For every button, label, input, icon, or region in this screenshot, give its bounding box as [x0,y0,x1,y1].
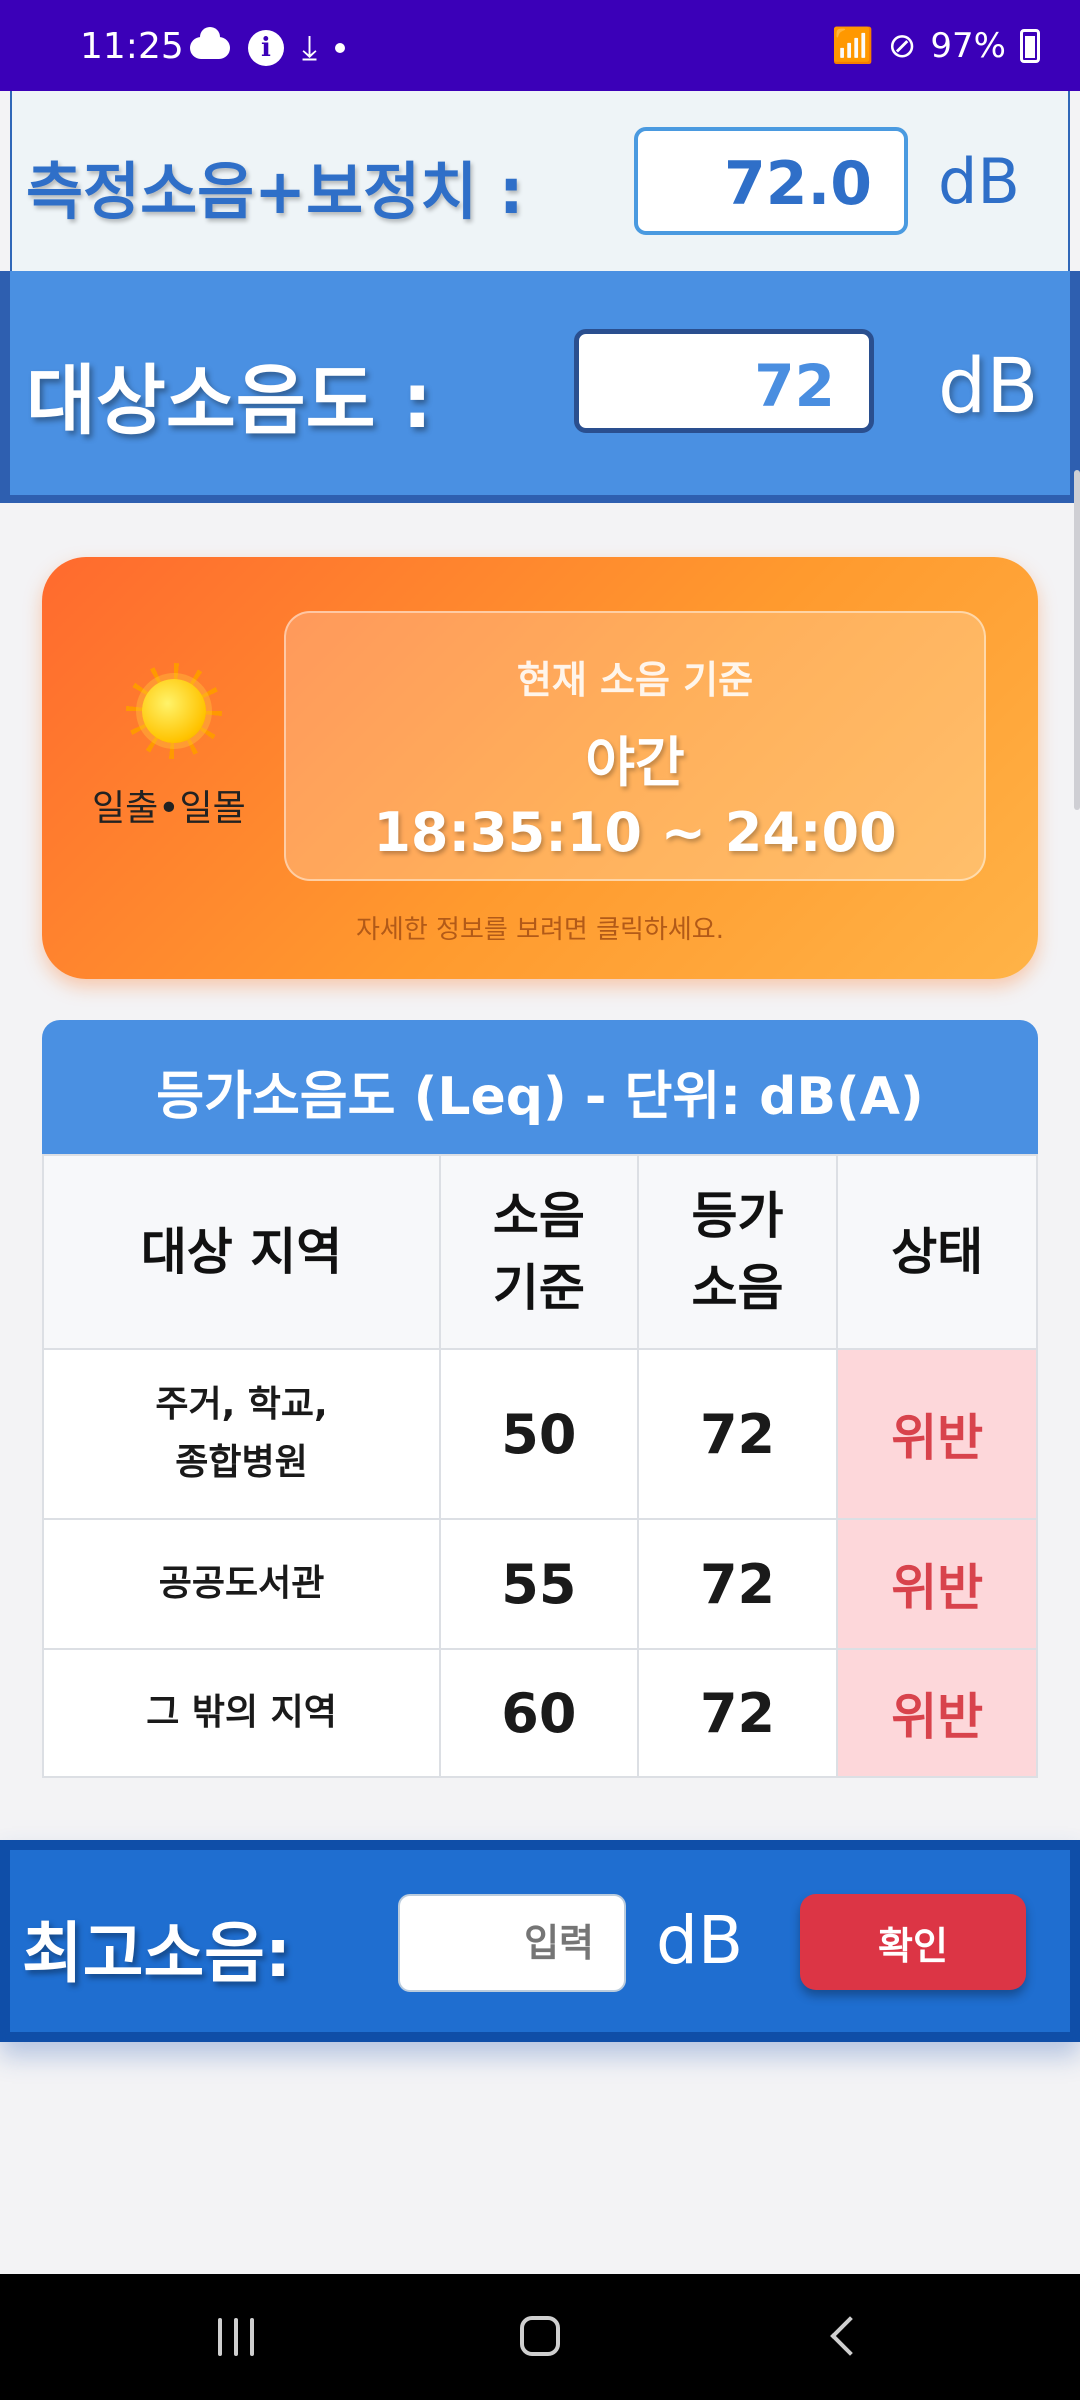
row-equivalent: 72 [636,1648,839,1778]
download-icon: ⤓ [302,28,318,68]
row-status-badge: 위반 [836,1348,1038,1520]
cloud-icon [190,27,230,59]
max-noise-label: 최고소음: [22,1915,292,1992]
header-status: 상태 [836,1154,1038,1350]
status-time: 11:25 [80,26,184,67]
row-status-badge: 위반 [836,1518,1038,1650]
corrected-noise-row: 측정소음+보정치 : 72.0 dB [10,91,1070,271]
corrected-noise-unit: dB [938,145,1020,218]
confirm-button[interactable]: 확인 [800,1894,1026,1990]
current-standard-title: 현재 소음 기준 [516,658,754,702]
corrected-noise-label: 측정소음+보정치 : [26,155,524,228]
row-standard: 60 [439,1648,639,1778]
target-noise-row: 대상소음도 : 72 dB [0,271,1080,503]
target-noise-value[interactable]: 72 [574,329,874,433]
info-icon: i [248,30,284,66]
current-standard-card[interactable]: 일출•일몰 현재 소음 기준 야간 18:35:10 ~ 24:00 자세한 정… [42,557,1038,979]
row-area: 그 밖의 지역 [41,1648,442,1778]
target-noise-unit: dB [938,341,1039,430]
wifi-icon: 📶 [831,26,874,66]
header-area: 대상 지역 [41,1154,442,1350]
scrollbar[interactable] [1074,470,1080,810]
notification-icons: i ⤓ [190,27,346,68]
header-standard: 소음 기준 [439,1154,639,1350]
equivalent-noise-table: 등가소음도 (Leq) - 단위: dB(A) 대상 지역 소음 기준 등가 소음 … [41,1020,1038,1778]
table-row: 공공도서관 55 72 위반 [41,1518,1038,1650]
back-icon[interactable] [830,2316,870,2356]
current-time-range: 18:35:10 ~ 24:00 [373,801,897,864]
target-noise-label: 대상소음도 : [26,356,433,445]
noise-table: 대상 지역 소음 기준 등가 소음 상태 주거, 학교, 종합병원 50 72 위반 … [41,1154,1038,1778]
recents-icon[interactable] [218,2318,254,2356]
row-area: 주거, 학교, 종합병원 [41,1348,442,1520]
row-status-badge: 위반 [836,1648,1038,1778]
max-noise-input[interactable] [398,1894,626,1992]
current-standard-panel: 현재 소음 기준 야간 18:35:10 ~ 24:00 [284,611,986,881]
current-period: 야간 [585,731,685,794]
row-area: 공공도서관 [41,1518,442,1650]
row-equivalent: 72 [636,1518,839,1650]
corrected-noise-value[interactable]: 72.0 [634,127,908,235]
system-icons: 📶 ⊘ 97% [832,26,1040,66]
table-title: 등가소음도 (Leq) - 단위: dB(A) [42,1020,1038,1154]
sunrise-sunset-label: 일출•일몰 [92,788,246,829]
header-equivalent: 등가 소음 [636,1154,839,1350]
battery-charging-icon [1020,29,1040,63]
sun-icon [142,679,206,743]
card-hint: 자세한 정보를 보려면 클릭하세요. [356,915,724,945]
battery-percent: 97% [930,26,1006,66]
navigation-bar [0,2274,1080,2400]
max-noise-unit: dB [656,1902,744,1979]
table-header-row: 대상 지역 소음 기준 등가 소음 상태 [41,1154,1038,1350]
do-not-disturb-icon: ⊘ [887,26,917,66]
status-bar: 11:25 i ⤓ 📶 ⊘ 97% [0,0,1080,91]
row-standard: 50 [439,1348,639,1520]
max-noise-bar: 최고소음: dB 확인 [0,1840,1080,2042]
row-equivalent: 72 [636,1348,839,1520]
table-row: 그 밖의 지역 60 72 위반 [41,1648,1038,1778]
table-row: 주거, 학교, 종합병원 50 72 위반 [41,1348,1038,1520]
more-notifications-dot-icon [335,43,346,53]
row-standard: 55 [439,1518,639,1650]
home-icon[interactable] [520,2316,560,2356]
